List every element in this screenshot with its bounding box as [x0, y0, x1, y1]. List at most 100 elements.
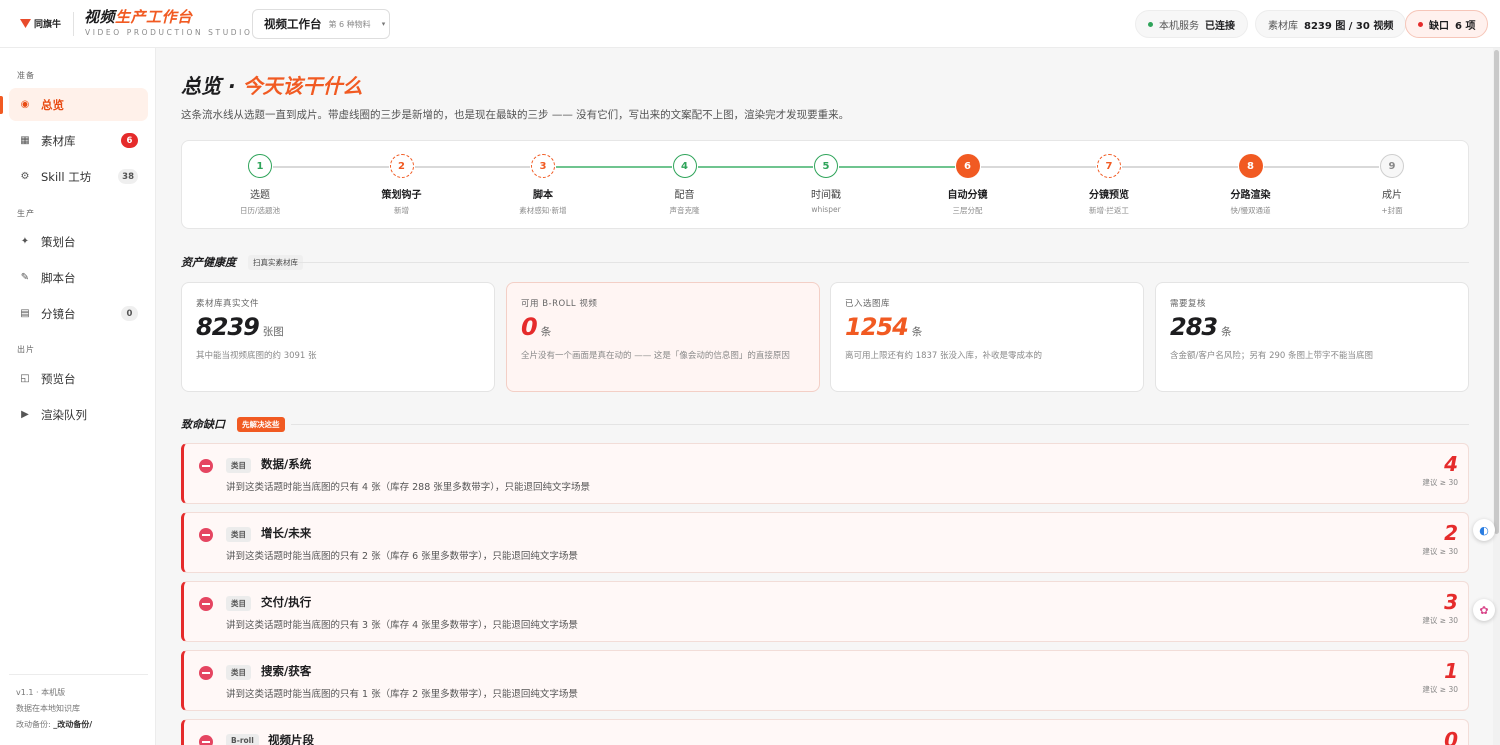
section-divider — [297, 262, 1469, 263]
step-number: 9 — [1380, 154, 1404, 178]
step-sub: 声音克隆 — [669, 206, 700, 215]
app-subtitle: VIDEO PRODUCTION STUDIO — [85, 28, 253, 37]
card-label: 素材库真实文件 — [196, 299, 260, 309]
step-sub: 新增 — [394, 206, 409, 215]
gaps-tag: 先解决这些 — [237, 416, 285, 432]
step-sub: 日历/选题池 — [239, 206, 281, 215]
top-bar: 同旗牛 视频生产工作台 VIDEO PRODUCTION STUDIO 视频工作… — [0, 0, 1500, 48]
gap-item[interactable]: 类目 增长/未来 讲到这类话题时能当底图的只有 2 张（库存 6 张里多数带字）… — [181, 512, 1469, 573]
gap-status[interactable]: 缺口 6 项 — [1405, 10, 1489, 38]
sidebar-item-library[interactable]: ▦ 素材库 6 — [9, 124, 148, 157]
gap-item[interactable]: 类目 交付/执行 讲到这类话题时能当底图的只有 3 张（库存 4 张里多数带字）… — [181, 581, 1469, 642]
card-note: 含金额/客户名风险；另有 290 条图上带字不能当底图 — [1170, 351, 1373, 361]
section-label-produce: 生产 — [17, 209, 35, 218]
logo-mark-icon — [20, 19, 31, 28]
gap-category: 类目 — [226, 596, 251, 611]
assistant-float-icon[interactable]: ◐ — [1473, 519, 1495, 541]
sidebar-item-render-queue[interactable]: ▶ 渲染队列 — [9, 398, 148, 431]
pipeline-step[interactable]: 1 选题 日历/选题池 — [210, 154, 310, 216]
gap-description: 讲到这类话题时能当底图的只有 1 张（库存 2 张里多数带字），只能退回纯文字场… — [226, 689, 578, 700]
scrollbar-thumb[interactable] — [1494, 50, 1499, 534]
gap-category: B-roll — [226, 734, 259, 745]
health-card-selected[interactable]: 已入选图库 1254 条 离可用上限还有约 1837 张没入库，补收是零成本的 — [830, 282, 1144, 392]
storyboard-icon: ▤ — [20, 308, 30, 319]
pipeline-stepper: 1 选题 日历/选题池 2 策划钩子 新增 3 脚本 素材感知·新增 4 配音 声音克隆 5 时间戳 whi… — [181, 140, 1469, 229]
active-indicator — [0, 96, 3, 114]
pipeline-step[interactable]: 2 策划钩子 新增 — [352, 154, 452, 216]
step-sub: 三层分配 — [952, 206, 983, 215]
sidebar-item-skill[interactable]: ⚙ Skill 工坊 38 — [9, 160, 148, 193]
step-name: 脚本 — [533, 190, 553, 201]
chevron-down-icon: ▾ — [381, 20, 386, 28]
pipeline-step[interactable]: 9 成片 +封面 — [1342, 154, 1442, 216]
step-name: 分路渲染 — [1230, 190, 1271, 201]
sidebar-item-script[interactable]: ✎ 脚本台 — [9, 261, 148, 294]
gap-suggestion: 建议 ≥ 30 — [1422, 616, 1458, 625]
pipeline-step[interactable]: 3 脚本 素材感知·新增 — [493, 154, 593, 216]
step-sub: whisper — [811, 205, 841, 214]
workspace-select[interactable]: 视频工作台 第 6 种物料 ▾ — [252, 9, 390, 39]
sidebar-item-label: 分镜台 — [41, 306, 76, 321]
gap-item[interactable]: B-roll 视频片段 0 — [181, 719, 1469, 745]
gap-name: 搜索/获客 — [261, 664, 312, 678]
health-card-review[interactable]: 需要复核 283 条 含金额/客户名风险；另有 290 条图上带字不能当底图 — [1155, 282, 1469, 392]
sidebar: 准备 ◉ 总览 ▦ 素材库 6 ⚙ Skill 工坊 38 生产 ✦ 策划台 ✎… — [0, 48, 156, 745]
gaps-header: 致命缺口 先解决这些 — [181, 416, 285, 432]
gap-name: 增长/未来 — [261, 526, 312, 540]
sidebar-item-label: 素材库 — [41, 133, 76, 148]
card-label: 可用 B-ROLL 视频 — [521, 299, 598, 309]
sidebar-item-preview[interactable]: ◱ 预览台 — [9, 362, 148, 395]
gap-name: 视频片段 — [268, 733, 314, 745]
backup-text: 改动备份: _改动备份/ — [16, 720, 93, 729]
sidebar-item-label: 总览 — [41, 97, 64, 112]
step-sub: 素材感知·新增 — [519, 206, 567, 215]
health-title: 资产健康度 — [181, 256, 236, 269]
storage-text: 数据在本地知识库 — [16, 704, 80, 713]
sidebar-item-label: 预览台 — [41, 371, 76, 386]
library-label: 素材库 — [1268, 20, 1298, 32]
section-divider — [291, 424, 1469, 425]
gap-description: 讲到这类话题时能当底图的只有 3 张（库存 4 张里多数带字），只能退回纯文字场… — [226, 620, 578, 631]
gap-label: 缺口 — [1429, 20, 1449, 32]
sidebar-item-overview[interactable]: ◉ 总览 — [9, 88, 148, 121]
scrollbar[interactable] — [1493, 48, 1500, 745]
logo-text: 同旗牛 — [34, 20, 62, 30]
pipeline-step[interactable]: 7 分镜预览 新增·拦返工 — [1059, 154, 1159, 216]
sidebar-item-storyboard[interactable]: ▤ 分镜台 0 — [9, 297, 148, 330]
pipeline-step[interactable]: 8 分路渲染 快/慢双通道 — [1201, 154, 1301, 216]
pipeline-step[interactable]: 4 配音 声音克隆 — [635, 154, 735, 216]
pipeline-step[interactable]: 5 时间戳 whisper — [776, 154, 876, 214]
gap-value: 6 项 — [1455, 20, 1476, 32]
minus-circle-icon — [199, 459, 213, 473]
card-value: 1254 — [845, 313, 909, 341]
count-badge: 38 — [118, 169, 138, 184]
sidebar-item-planning[interactable]: ✦ 策划台 — [9, 225, 148, 258]
gap-suggestion: 建议 ≥ 30 — [1422, 478, 1458, 487]
sidebar-item-label: Skill 工坊 — [41, 169, 92, 184]
pipeline-step[interactable]: 6 自动分镜 三层分配 — [918, 154, 1018, 216]
helper-float-icon[interactable]: ✿ — [1473, 599, 1495, 621]
gap-suggestion: 建议 ≥ 30 — [1422, 547, 1458, 556]
step-name: 时间戳 — [811, 190, 841, 201]
gap-suggestion: 建议 ≥ 30 — [1422, 685, 1458, 694]
step-name: 自动分镜 — [947, 190, 988, 201]
service-status[interactable]: 本机服务 已连接 — [1135, 10, 1248, 38]
gap-item[interactable]: 类目 搜索/获客 讲到这类话题时能当底图的只有 1 张（库存 2 张里多数带字）… — [181, 650, 1469, 711]
gap-name: 数据/系统 — [261, 457, 312, 471]
library-status[interactable]: 素材库 8239 图 / 30 视频 — [1255, 10, 1407, 38]
gap-item[interactable]: 类目 数据/系统 讲到这类话题时能当底图的只有 4 张（库存 288 张里多数带… — [181, 443, 1469, 504]
health-card-broll[interactable]: 可用 B-ROLL 视频 0条 全片没有一个画面是真在动的 —— 这是「像会动的… — [506, 282, 820, 392]
health-card-files[interactable]: 素材库真实文件 8239 张图 其中能当视频底图的约 3091 张 — [181, 282, 495, 392]
brand-logo[interactable]: 同旗牛 — [20, 17, 61, 30]
health-header: 资产健康度 扫真实素材库 — [181, 254, 303, 270]
card-unit: 条 — [1221, 326, 1232, 338]
card-note: 离可用上限还有约 1837 张没入库，补收是零成本的 — [845, 351, 1043, 361]
card-unit: 张图 — [262, 326, 284, 338]
gap-name: 交付/执行 — [261, 595, 312, 609]
card-unit: 条 — [911, 326, 923, 338]
minus-circle-icon — [199, 735, 213, 745]
target-icon: ◉ — [20, 99, 30, 110]
health-tag: 扫真实素材库 — [248, 254, 303, 270]
minus-circle-icon — [199, 597, 213, 611]
step-number: 2 — [389, 154, 414, 178]
